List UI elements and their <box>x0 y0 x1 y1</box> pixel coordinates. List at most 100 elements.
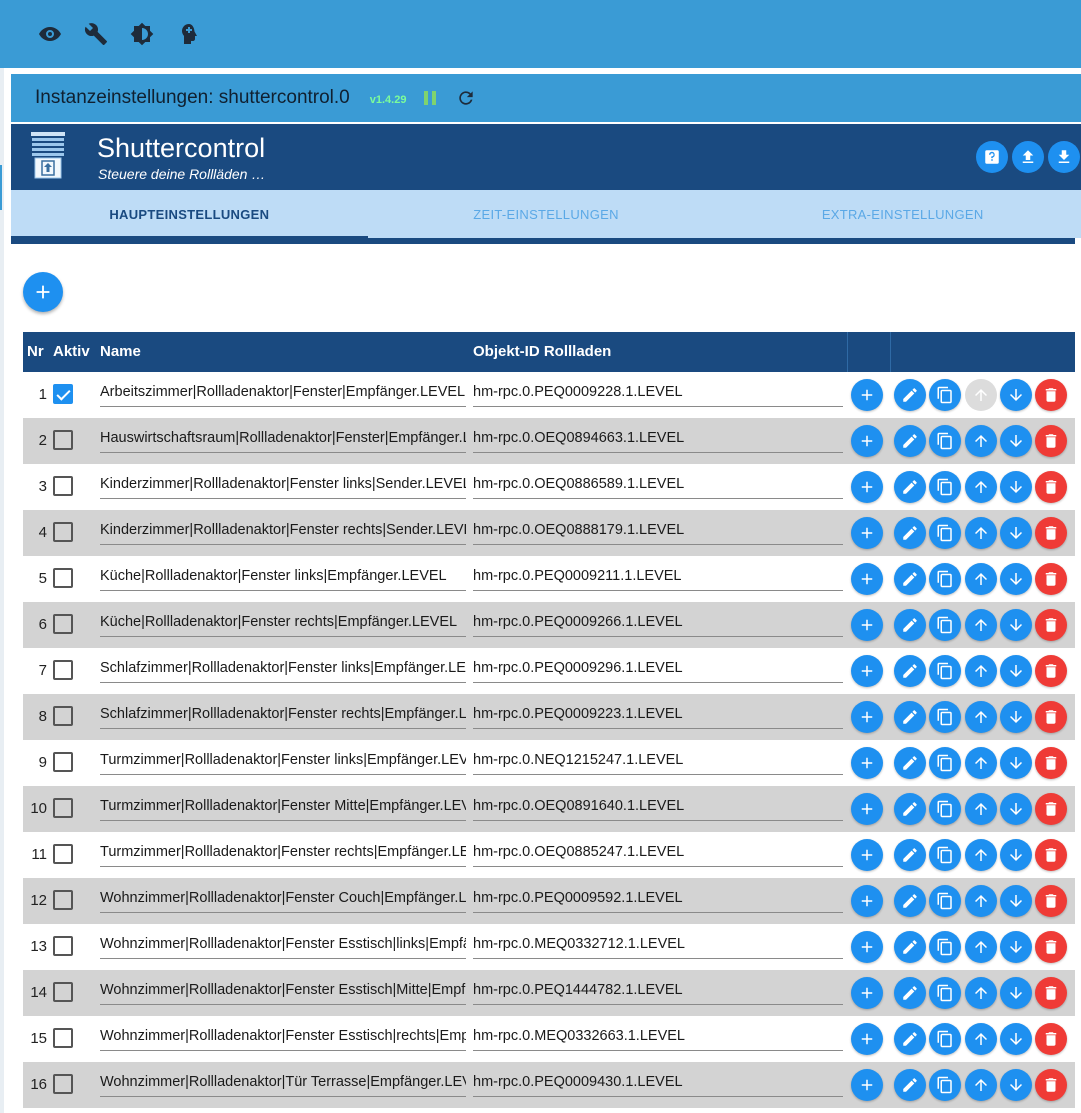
active-checkbox[interactable] <box>53 660 73 680</box>
move-down-button[interactable] <box>1000 1069 1032 1101</box>
copy-button[interactable] <box>929 471 961 503</box>
copy-button[interactable] <box>929 793 961 825</box>
active-checkbox[interactable] <box>53 706 73 726</box>
edit-button[interactable] <box>894 517 926 549</box>
delete-button[interactable] <box>1035 885 1067 917</box>
move-down-button[interactable] <box>1000 563 1032 595</box>
edit-button[interactable] <box>894 977 926 1009</box>
upload-button[interactable] <box>1012 141 1044 173</box>
name-field[interactable]: Schlafzimmer|Rollladenaktor|Fenster rech… <box>100 703 466 729</box>
add-row-button[interactable] <box>851 793 883 825</box>
move-up-button[interactable] <box>965 1023 997 1055</box>
copy-button[interactable] <box>929 885 961 917</box>
add-row-button[interactable] <box>851 701 883 733</box>
move-down-button[interactable] <box>1000 977 1032 1009</box>
name-field[interactable]: Wohnzimmer|Rollladenaktor|Fenster Esstis… <box>100 979 466 1005</box>
add-row-button[interactable] <box>851 931 883 963</box>
add-row-button[interactable] <box>851 1023 883 1055</box>
delete-button[interactable] <box>1035 655 1067 687</box>
move-up-button[interactable] <box>965 701 997 733</box>
object-id-field[interactable]: hm-rpc.0.OEQ0891640.1.LEVEL <box>473 795 843 821</box>
object-id-field[interactable]: hm-rpc.0.OEQ0888179.1.LEVEL <box>473 519 843 545</box>
object-id-field[interactable]: hm-rpc.0.PEQ1444782.1.LEVEL <box>473 979 843 1005</box>
move-down-button[interactable] <box>1000 379 1032 411</box>
add-row-button[interactable] <box>851 609 883 641</box>
download-button[interactable] <box>1048 141 1080 173</box>
move-up-button[interactable] <box>965 1069 997 1101</box>
tab-haupteinstellungen[interactable]: HAUPTEINSTELLUNGEN <box>11 190 368 238</box>
active-checkbox[interactable] <box>53 982 73 1002</box>
delete-button[interactable] <box>1035 471 1067 503</box>
copy-button[interactable] <box>929 931 961 963</box>
move-up-button[interactable] <box>965 977 997 1009</box>
move-down-button[interactable] <box>1000 931 1032 963</box>
object-id-field[interactable]: hm-rpc.0.PEQ0009228.1.LEVEL <box>473 381 843 407</box>
delete-button[interactable] <box>1035 517 1067 549</box>
name-field[interactable]: Schlafzimmer|Rollladenaktor|Fenster link… <box>100 657 466 683</box>
object-id-field[interactable]: hm-rpc.0.MEQ0332663.1.LEVEL <box>473 1025 843 1051</box>
edit-button[interactable] <box>894 379 926 411</box>
move-down-button[interactable] <box>1000 839 1032 871</box>
move-up-button[interactable] <box>965 517 997 549</box>
move-down-button[interactable] <box>1000 471 1032 503</box>
move-up-button[interactable] <box>965 655 997 687</box>
help-button[interactable] <box>976 141 1008 173</box>
active-checkbox[interactable] <box>53 384 73 404</box>
edit-button[interactable] <box>894 1069 926 1101</box>
edit-button[interactable] <box>894 701 926 733</box>
tab-extra-einstellungen[interactable]: EXTRA-EINSTELLUNGEN <box>724 190 1081 238</box>
active-checkbox[interactable] <box>53 798 73 818</box>
add-row-button[interactable] <box>851 747 883 779</box>
move-down-button[interactable] <box>1000 517 1032 549</box>
active-checkbox[interactable] <box>53 476 73 496</box>
name-field[interactable]: Wohnzimmer|Rollladenaktor|Fenster Esstis… <box>100 933 466 959</box>
copy-button[interactable] <box>929 839 961 871</box>
copy-button[interactable] <box>929 517 961 549</box>
copy-button[interactable] <box>929 977 961 1009</box>
copy-button[interactable] <box>929 655 961 687</box>
add-row-button[interactable] <box>851 425 883 457</box>
move-down-button[interactable] <box>1000 701 1032 733</box>
head-icon[interactable] <box>174 20 202 48</box>
delete-button[interactable] <box>1035 425 1067 457</box>
name-field[interactable]: Wohnzimmer|Rollladenaktor|Tür Terrasse|E… <box>100 1071 466 1097</box>
add-row-button[interactable] <box>851 563 883 595</box>
active-checkbox[interactable] <box>53 1074 73 1094</box>
move-up-button[interactable] <box>965 471 997 503</box>
move-up-button[interactable] <box>965 793 997 825</box>
name-field[interactable]: Hauswirtschaftsraum|Rollladenaktor|Fenst… <box>100 427 466 453</box>
add-row-button[interactable] <box>851 517 883 549</box>
edit-button[interactable] <box>894 931 926 963</box>
delete-button[interactable] <box>1035 747 1067 779</box>
object-id-field[interactable]: hm-rpc.0.PEQ0009223.1.LEVEL <box>473 703 843 729</box>
object-id-field[interactable]: hm-rpc.0.PEQ0009266.1.LEVEL <box>473 611 843 637</box>
active-checkbox[interactable] <box>53 568 73 588</box>
name-field[interactable]: Küche|Rollladenaktor|Fenster links|Empfä… <box>100 565 466 591</box>
copy-button[interactable] <box>929 425 961 457</box>
move-up-button[interactable] <box>965 425 997 457</box>
object-id-field[interactable]: hm-rpc.0.PEQ0009296.1.LEVEL <box>473 657 843 683</box>
delete-button[interactable] <box>1035 793 1067 825</box>
active-checkbox[interactable] <box>53 844 73 864</box>
delete-button[interactable] <box>1035 701 1067 733</box>
move-up-button[interactable] <box>965 839 997 871</box>
object-id-field[interactable]: hm-rpc.0.PEQ0009430.1.LEVEL <box>473 1071 843 1097</box>
name-field[interactable]: Wohnzimmer|Rollladenaktor|Fenster Esstis… <box>100 1025 466 1051</box>
add-row-button[interactable] <box>851 885 883 917</box>
add-row-button[interactable] <box>851 471 883 503</box>
add-row-button[interactable] <box>851 839 883 871</box>
edit-button[interactable] <box>894 425 926 457</box>
move-down-button[interactable] <box>1000 655 1032 687</box>
move-down-button[interactable] <box>1000 1023 1032 1055</box>
active-checkbox[interactable] <box>53 936 73 956</box>
object-id-field[interactable]: hm-rpc.0.MEQ0332712.1.LEVEL <box>473 933 843 959</box>
eye-icon[interactable] <box>36 20 64 48</box>
add-row-button[interactable] <box>851 1069 883 1101</box>
object-id-field[interactable]: hm-rpc.0.OEQ0885247.1.LEVEL <box>473 841 843 867</box>
move-down-button[interactable] <box>1000 885 1032 917</box>
object-id-field[interactable]: hm-rpc.0.OEQ0894663.1.LEVEL <box>473 427 843 453</box>
name-field[interactable]: Kinderzimmer|Rollladenaktor|Fenster rech… <box>100 519 466 545</box>
active-checkbox[interactable] <box>53 430 73 450</box>
move-up-button[interactable] <box>965 885 997 917</box>
edit-button[interactable] <box>894 563 926 595</box>
